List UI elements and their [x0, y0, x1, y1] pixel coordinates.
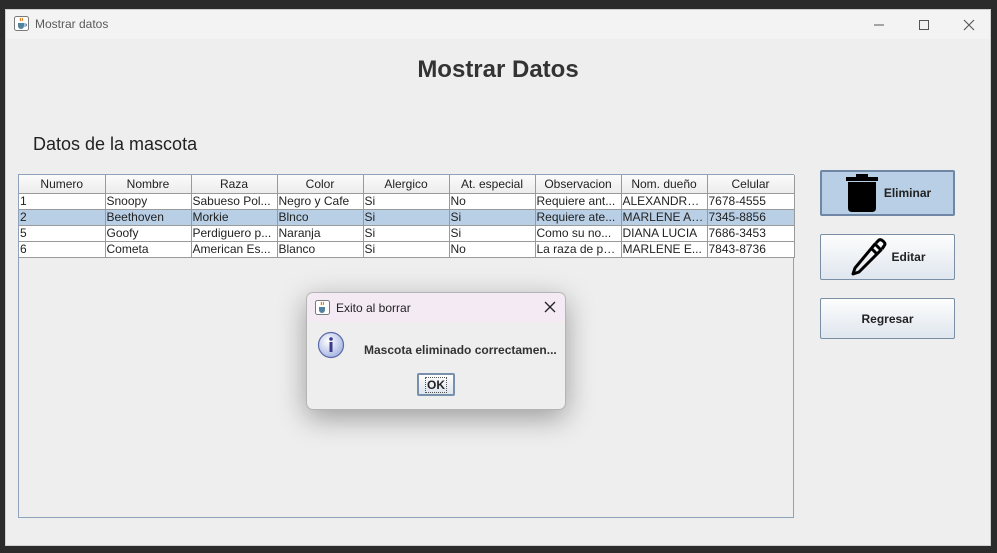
table-cell[interactable]: Requiere ant...	[535, 193, 622, 210]
column-header[interactable]: Alergico	[363, 175, 450, 194]
table-cell[interactable]: 7843-8736	[707, 241, 795, 258]
main-window: Mostrar datos Mostrar Datos Datos de la …	[5, 9, 991, 546]
table-row[interactable]: 6 Cometa American Es... Blanco Si No La …	[19, 241, 795, 258]
dialog-title: Exito al borrar	[336, 301, 411, 315]
table-cell[interactable]: Goofy	[105, 225, 192, 242]
back-button[interactable]: Regresar	[820, 298, 955, 339]
table-cell[interactable]: Sabueso Pol...	[191, 193, 278, 210]
table-cell[interactable]: Si	[363, 225, 450, 242]
table-cell[interactable]: Perdiguero p...	[191, 225, 278, 242]
table-cell[interactable]: 5	[19, 225, 106, 242]
table-cell[interactable]: No	[449, 241, 536, 258]
dialog-message: Mascota eliminado correctamen...	[364, 343, 557, 357]
window-titlebar[interactable]: Mostrar datos	[6, 10, 990, 39]
page-title: Mostrar Datos	[417, 56, 579, 83]
column-header[interactable]: Raza	[191, 175, 278, 194]
delete-button[interactable]: Eliminar	[820, 170, 955, 216]
table-cell[interactable]: Blanco	[277, 241, 364, 258]
minimize-icon	[874, 24, 884, 25]
table-cell[interactable]: Naranja	[277, 225, 364, 242]
column-header[interactable]: At. especial	[449, 175, 536, 194]
table-cell[interactable]: Beethoven	[105, 209, 192, 226]
table-cell[interactable]: 2	[19, 209, 106, 226]
table-row[interactable]: 5 Goofy Perdiguero p... Naranja Si Si Co…	[19, 225, 795, 242]
ok-button-label: OK	[425, 376, 447, 393]
table-cell[interactable]: Negro y Cafe	[277, 193, 364, 210]
table-cell[interactable]: Requiere ate...	[535, 209, 622, 226]
table-cell[interactable]: Morkie	[191, 209, 278, 226]
table-cell[interactable]: ALEXANDRA ...	[621, 193, 708, 210]
table-header-row: Numero Nombre Raza Color Alergico At. es…	[19, 175, 795, 194]
edit-button-label: Editar	[891, 250, 926, 264]
section-title: Datos de la mascota	[33, 134, 198, 154]
dialog-titlebar[interactable]: Exito al borrar	[307, 293, 565, 322]
window-title: Mostrar datos	[35, 17, 109, 31]
table-cell[interactable]: 7678-4555	[707, 193, 795, 210]
table-cell[interactable]: La raza de pe...	[535, 241, 622, 258]
delete-button-label: Eliminar	[883, 186, 932, 200]
table-cell[interactable]: Si	[449, 209, 536, 226]
table-cell[interactable]: DIANA LUCIA	[621, 225, 708, 242]
table-cell[interactable]: Blnco	[277, 209, 364, 226]
table-cell[interactable]: Si	[363, 193, 450, 210]
dialog-close-icon[interactable]	[543, 300, 557, 314]
java-cup-icon	[315, 300, 330, 315]
column-header[interactable]: Nom. dueño	[621, 175, 708, 194]
java-cup-icon	[14, 16, 29, 31]
table-cell[interactable]: No	[449, 193, 536, 210]
table-cell[interactable]: Si	[363, 209, 450, 226]
table-cell[interactable]: MARLENE E...	[621, 241, 708, 258]
table-cell[interactable]: 6	[19, 241, 106, 258]
table-cell[interactable]: Si	[449, 225, 536, 242]
table-cell[interactable]: Como su no...	[535, 225, 622, 242]
trash-icon	[844, 174, 880, 212]
success-dialog[interactable]: Exito al borrar Mascota eliminado correc…	[306, 292, 566, 410]
maximize-button[interactable]	[901, 10, 947, 39]
table-cell[interactable]: Si	[363, 241, 450, 258]
table-cell[interactable]: 7345-8856	[707, 209, 795, 226]
table-cell[interactable]: 7686-3453	[707, 225, 795, 242]
table-cell[interactable]: Cometa	[105, 241, 192, 258]
table-cell[interactable]: American Es...	[191, 241, 278, 258]
column-header[interactable]: Nombre	[105, 175, 192, 194]
table-cell[interactable]: 1	[19, 193, 106, 210]
column-header[interactable]: Color	[277, 175, 364, 194]
minimize-button[interactable]	[856, 10, 902, 39]
column-header[interactable]: Celular	[707, 175, 795, 194]
pets-table[interactable]: Numero Nombre Raza Color Alergico At. es…	[19, 175, 795, 258]
table-cell[interactable]: MARLENE AL...	[621, 209, 708, 226]
back-button-label: Regresar	[861, 311, 914, 326]
table-row[interactable]: 1 Snoopy Sabueso Pol... Negro y Cafe Si …	[19, 193, 795, 210]
maximize-icon	[919, 19, 929, 30]
ok-button[interactable]: OK	[417, 373, 455, 396]
column-header[interactable]: Observacion	[535, 175, 622, 194]
pencil-icon	[849, 238, 887, 276]
column-header[interactable]: Numero	[19, 175, 106, 194]
table-cell[interactable]: Snoopy	[105, 193, 192, 210]
edit-button[interactable]: Editar	[820, 234, 955, 280]
info-icon	[317, 331, 345, 359]
close-icon	[963, 19, 975, 30]
close-button[interactable]	[946, 10, 992, 39]
table-row-selected[interactable]: 2 Beethoven Morkie Blnco Si Si Requiere …	[19, 209, 795, 226]
